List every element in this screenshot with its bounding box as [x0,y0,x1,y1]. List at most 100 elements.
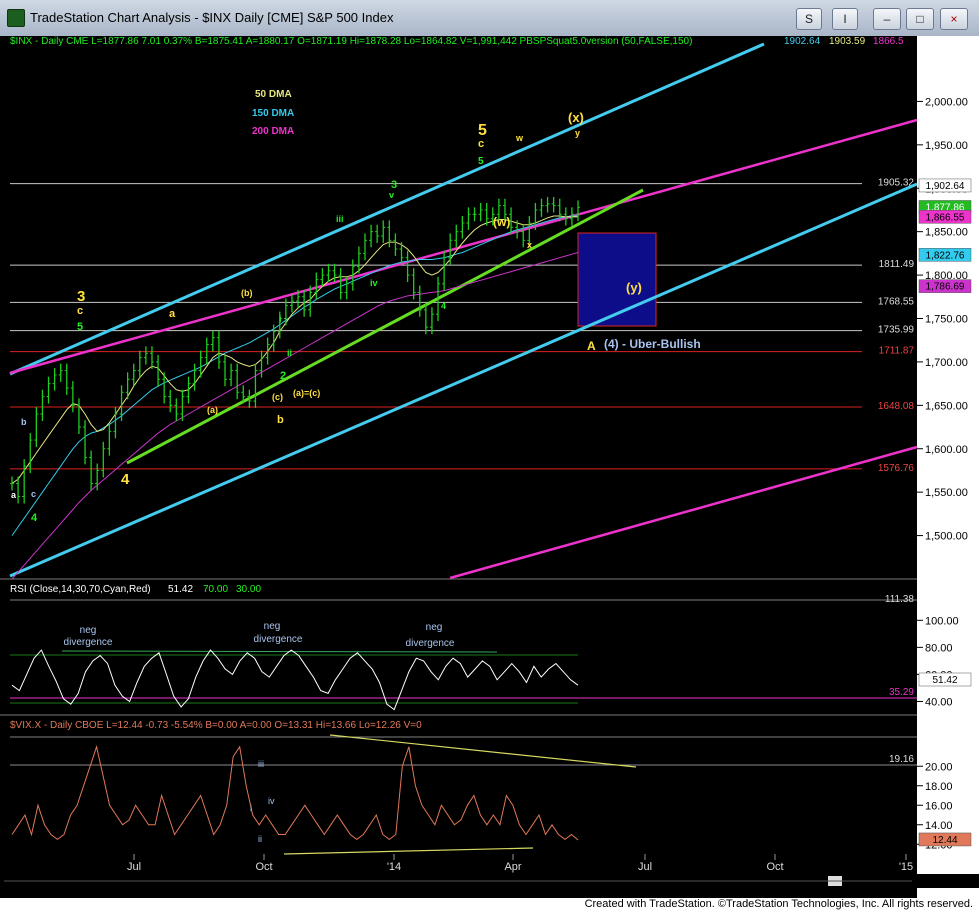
wave-label: iii [336,214,344,224]
vix-tag-label: 19.16 [889,754,914,765]
wave-label: a [169,308,176,320]
price-tick-label: 1,650.00 [925,400,968,412]
wave-label: 4 [121,471,130,488]
rsi-tick-label: 40.00 [925,696,953,708]
price-level-label: 1711.87 [879,346,915,357]
wave-label: (w) [493,215,510,229]
tradestation-app-icon [7,9,25,27]
wave-label: (c) [272,392,283,402]
vix-last-label: 12.44 [932,835,957,846]
copyright-text: Created with TradeStation. ©TradeStation… [584,898,973,910]
wave-label: v [389,190,394,200]
wave-label: x [527,240,532,250]
rsi-last-label: 51.42 [932,675,957,686]
rsi-annotation: divergence [254,634,303,645]
rsi-header: RSI (Close,14,30,70,Cyan,Red) [10,584,151,595]
time-tick-label: '14 [387,861,401,873]
wave-label: b [21,417,27,427]
vix-wave-label: ii [258,834,262,844]
rsi-annotation: neg [264,621,281,632]
minimize-button[interactable]: – [873,8,901,30]
vix-wave-label: i [250,803,252,813]
wave-label: b [277,414,284,426]
price-level-label: 1735.99 [878,325,915,336]
wave-label: 5 [77,321,83,333]
last-value-label: 1,786.69 [926,282,965,293]
footer: Created with TradeStation. ©TradeStation… [0,898,979,912]
vix-wave-label: iv [268,796,275,806]
time-tick-label: Jul [127,861,141,873]
header-value-magenta: 1866.5 [873,36,904,47]
wave-label: 5 [478,122,487,139]
rsi-tag-label: 35.29 [889,687,914,698]
wave-label: iv [370,278,378,288]
wave-label: 3 [77,288,85,305]
rsi-annotation: neg [80,625,97,636]
wave-label: 4 [31,512,38,524]
legend-50dma: 50 DMA [255,89,292,100]
wave-label: 5 [478,156,484,167]
vix-wave-label: iii [258,759,264,769]
price-level-label: 1576.76 [878,463,915,474]
price-tick-label: 1,500.00 [925,531,968,543]
price-tick-label: 2,000.00 [925,96,968,108]
price-tick-label: 1,850.00 [925,227,968,239]
wave-label: (a) [207,405,218,415]
price-level-label: 1648.08 [878,401,915,412]
maximize-button[interactable]: □ [906,8,934,30]
window-title: TradeStation Chart Analysis - $INX Daily… [30,10,394,25]
last-value-label: 1,902.64 [926,181,965,192]
header-value-yellow: 1903.59 [829,36,866,47]
price-tick-label: 1,550.00 [925,487,968,499]
time-tick-label: Oct [255,861,272,873]
vix-tick-label: 20.00 [925,761,953,773]
wave-label: c [77,305,83,317]
rsi-annotation: divergence [64,637,113,648]
header-value-cyan: 1902.64 [784,36,821,47]
rsi-tick-label: 100.00 [925,615,959,627]
wave-label: y [575,128,580,138]
price-tick-label: 1,750.00 [925,314,968,326]
legend-150dma: 150 DMA [252,108,294,119]
price-level-label: 1768.55 [878,296,915,307]
rsi-oversold: 30.00 [236,584,261,595]
vix-tick-label: 16.00 [925,800,953,812]
title-bar: TradeStation Chart Analysis - $INX Daily… [0,0,979,37]
wave-label: (b) [241,288,253,298]
time-tick-label: Apr [504,861,521,873]
rsi-value: 51.42 [168,584,193,595]
wave-label: (a)=(c) [293,388,320,398]
rsi-tick-label: 80.00 [925,642,953,654]
wave-label: 4 [441,301,446,311]
wave-label: 2 [280,370,286,382]
price-tick-label: 1,700.00 [925,357,968,369]
time-tick-label: Jul [638,861,652,873]
rsi-annotation: neg [426,622,443,633]
price-tick-label: 1,600.00 [925,444,968,456]
time-tick-label: Oct [766,861,783,873]
wave-label: c [31,489,36,499]
legend-200dma: 200 DMA [252,126,294,137]
wave-label: ii [287,348,292,358]
wave-label: A [587,339,596,353]
wave-label: c [478,138,484,150]
price-header: $INX - Daily CME L=1877.86 7.01 0.37% B=… [10,36,692,47]
rsi-annotation: divergence [406,638,455,649]
wave-label: w [515,133,524,143]
vix-tick-label: 14.00 [925,820,953,832]
last-value-label: 1,866.55 [926,212,965,223]
time-tick-label: '15 [899,861,913,873]
price-tick-label: 1,950.00 [925,140,968,152]
last-value-label: 1,822.76 [926,250,965,261]
wave-label: i [279,314,282,324]
vix-header: $VIX.X - Daily CBOE L=12.44 -0.73 -5.54%… [10,720,422,731]
wave-label: (4) - Uber-Bullish [604,337,701,351]
rsi-tag-label: 111.38 [885,594,915,605]
wave-label: (x) [568,110,584,125]
close-button[interactable]: × [940,8,968,30]
style-button[interactable]: S [796,8,822,30]
rsi-overbought: 70.00 [203,584,228,595]
insert-button[interactable]: I [832,8,858,30]
chart-area[interactable]: $INX - Daily CME L=1877.86 7.01 0.37% B=… [0,36,979,898]
wave-label: (y) [626,280,642,295]
